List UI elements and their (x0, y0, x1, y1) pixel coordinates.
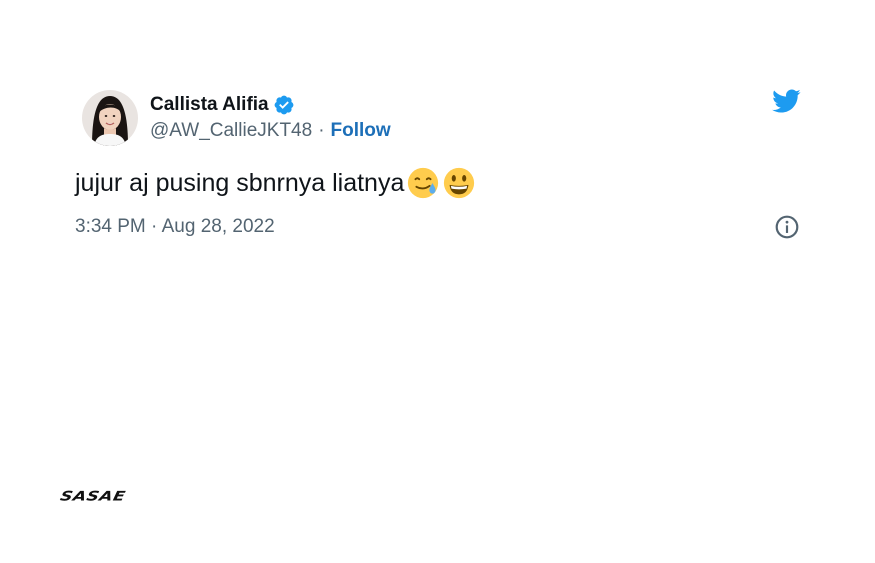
tweet-text: jujur aj pusing sbnrnya liatnya (75, 166, 803, 200)
avatar-photo (82, 90, 138, 146)
tweet-meta: 3:34 PM · Aug 28, 2022 (75, 212, 803, 242)
meta-separator: · (151, 216, 158, 237)
info-icon[interactable] (774, 214, 800, 240)
name-row: Callista Alifia (150, 92, 391, 118)
tweet-time: 3:34 PM (75, 216, 146, 237)
tweet-text-content: jujur aj pusing sbnrnya liatnya (75, 169, 405, 197)
verified-badge-icon (274, 95, 294, 115)
tweet-card: Callista Alifia @AW_CallieJKT48 · Follow… (75, 86, 803, 242)
user-info: Callista Alifia @AW_CallieJKT48 · Follow (150, 92, 391, 144)
avatar[interactable] (82, 90, 138, 146)
page: Callista Alifia @AW_CallieJKT48 · Follow… (0, 0, 875, 563)
separator: · (318, 120, 325, 141)
follow-button[interactable]: Follow (331, 120, 391, 142)
timestamp[interactable]: 3:34 PM · Aug 28, 2022 (75, 216, 275, 238)
sasae-logo: SASAE (58, 489, 127, 505)
grinning-face-with-big-eyes-icon (444, 167, 475, 199)
handle-row: @AW_CallieJKT48 · Follow (150, 118, 391, 144)
smiling-face-with-tear-icon (408, 167, 439, 199)
author-name[interactable]: Callista Alifia (150, 94, 269, 116)
tweet-date: Aug 28, 2022 (161, 216, 275, 237)
twitter-bird-icon[interactable] (769, 86, 803, 116)
tweet-header: Callista Alifia @AW_CallieJKT48 · Follow (75, 86, 803, 150)
author-handle[interactable]: @AW_CallieJKT48 (150, 120, 312, 142)
